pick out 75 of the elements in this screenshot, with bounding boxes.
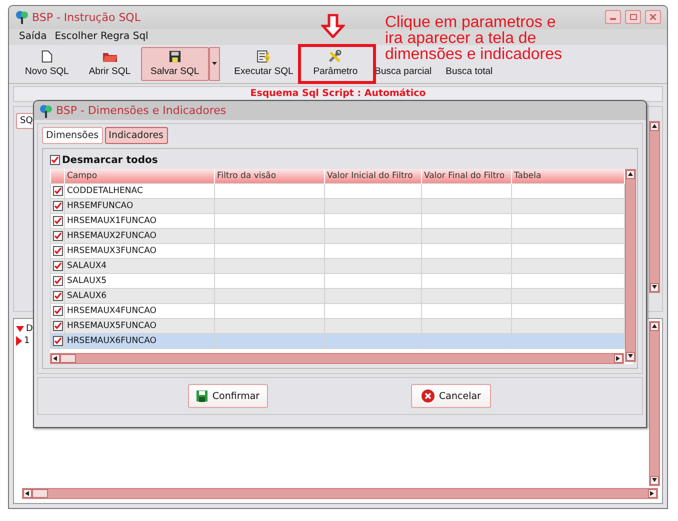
checkbox-label[interactable]: Desmarcar todos	[62, 154, 158, 166]
scrollbar[interactable]	[50, 353, 624, 364]
table-cell: SALAUX6	[64, 288, 214, 304]
down-arrow-icon	[321, 14, 345, 38]
scrollbar[interactable]	[625, 169, 636, 362]
scrollbar[interactable]	[22, 488, 658, 499]
scroll-down-arrow-icon[interactable]	[628, 354, 633, 359]
column-header[interactable]: Tabela	[512, 169, 624, 184]
checkbox[interactable]	[53, 291, 63, 301]
tools-icon	[327, 50, 344, 63]
toolbar-button[interactable]: Abrir SQL	[78, 46, 141, 81]
checkbox[interactable]	[53, 186, 63, 196]
cancel-icon	[421, 389, 436, 403]
checkbox[interactable]	[53, 246, 63, 256]
scroll-thumb[interactable]	[60, 354, 76, 363]
checkbox[interactable]	[53, 276, 63, 286]
checkbox[interactable]	[50, 155, 60, 165]
checkbox[interactable]	[53, 216, 63, 226]
toolbar-button[interactable]: Executar SQL	[224, 46, 304, 81]
tab[interactable]: Indicadores	[104, 127, 168, 144]
scroll-thumb[interactable]	[32, 489, 48, 498]
scroll-down-arrow-icon[interactable]	[652, 478, 657, 483]
checkbox[interactable]	[53, 306, 63, 316]
checkbox[interactable]	[53, 336, 63, 346]
scroll-left-arrow-icon[interactable]	[25, 491, 30, 496]
scroll-up-arrow-icon[interactable]	[652, 324, 657, 329]
document-lightning-icon	[256, 50, 272, 63]
table-cell: SALAUX4	[64, 258, 214, 274]
annotation-text: Clique em parametros e ira aparecer a tela de dimensões e indicadores	[385, 15, 563, 63]
scroll-right-arrow-icon[interactable]	[650, 491, 655, 496]
menu-item[interactable]: Escolher Regra Sql	[54, 31, 148, 42]
column-header[interactable]: Campo	[64, 169, 214, 184]
maximize-icon	[630, 14, 636, 20]
scrollbar[interactable]	[649, 321, 660, 486]
toolbar-button[interactable]: Salvar SQL	[140, 46, 210, 81]
row-pointer-icon	[16, 336, 22, 346]
scroll-up-arrow-icon[interactable]	[652, 124, 657, 129]
minimize-button[interactable]	[605, 10, 621, 24]
tab[interactable]: Dimensões	[42, 127, 103, 144]
floppy-icon	[168, 50, 182, 63]
column-header[interactable]: Filtro da visão	[214, 169, 324, 184]
cancel-button[interactable]: Cancelar	[411, 384, 491, 408]
checkbox[interactable]	[53, 231, 63, 241]
scroll-left-arrow-icon[interactable]	[53, 356, 58, 361]
floppy-icon	[196, 390, 208, 402]
table-cell: CODDETALHENAC	[64, 184, 214, 198]
toolbar-button[interactable]: Parâmetro	[303, 46, 368, 81]
dialog-title: BSP - Dimensões e Indicadores	[56, 104, 226, 117]
maximize-button[interactable]	[625, 10, 641, 24]
confirm-button[interactable]: Confirmar	[188, 384, 268, 408]
table-cell: HRSEMAUX6FUNCAO	[64, 334, 214, 348]
toolbar-button[interactable]: Novo SQL	[15, 46, 79, 81]
menu-item[interactable]: Saída	[19, 31, 47, 42]
scrollbar[interactable]	[649, 120, 660, 293]
scroll-down-arrow-icon[interactable]	[652, 284, 657, 290]
checkbox[interactable]	[53, 201, 63, 211]
column-header: D	[26, 324, 33, 334]
app-logo-icon	[39, 104, 53, 118]
close-button[interactable]	[645, 10, 661, 24]
window-title: BSP - Instrução SQL	[32, 10, 140, 24]
column-header[interactable]: Valor Final do Filtro	[422, 169, 512, 184]
column-header[interactable]: Valor Inicial do Filtro	[324, 169, 422, 184]
checkbox[interactable]	[53, 261, 63, 271]
scroll-right-arrow-icon[interactable]	[616, 356, 621, 361]
scroll-up-arrow-icon[interactable]	[628, 172, 633, 177]
checkbox[interactable]	[53, 321, 63, 331]
app-logo-icon	[15, 10, 29, 24]
table-cell: HRSEMFUNCAO	[64, 198, 214, 214]
toolbar-button[interactable]: Busca total	[438, 64, 500, 81]
schema-label: Esquema Sql Script : Automático	[250, 88, 426, 100]
table-cell: 1	[24, 336, 30, 346]
sort-icon	[16, 326, 24, 332]
table-cell: HRSEMAUX2FUNCAO	[64, 228, 214, 244]
close-icon	[650, 14, 656, 20]
document-icon	[40, 50, 53, 63]
